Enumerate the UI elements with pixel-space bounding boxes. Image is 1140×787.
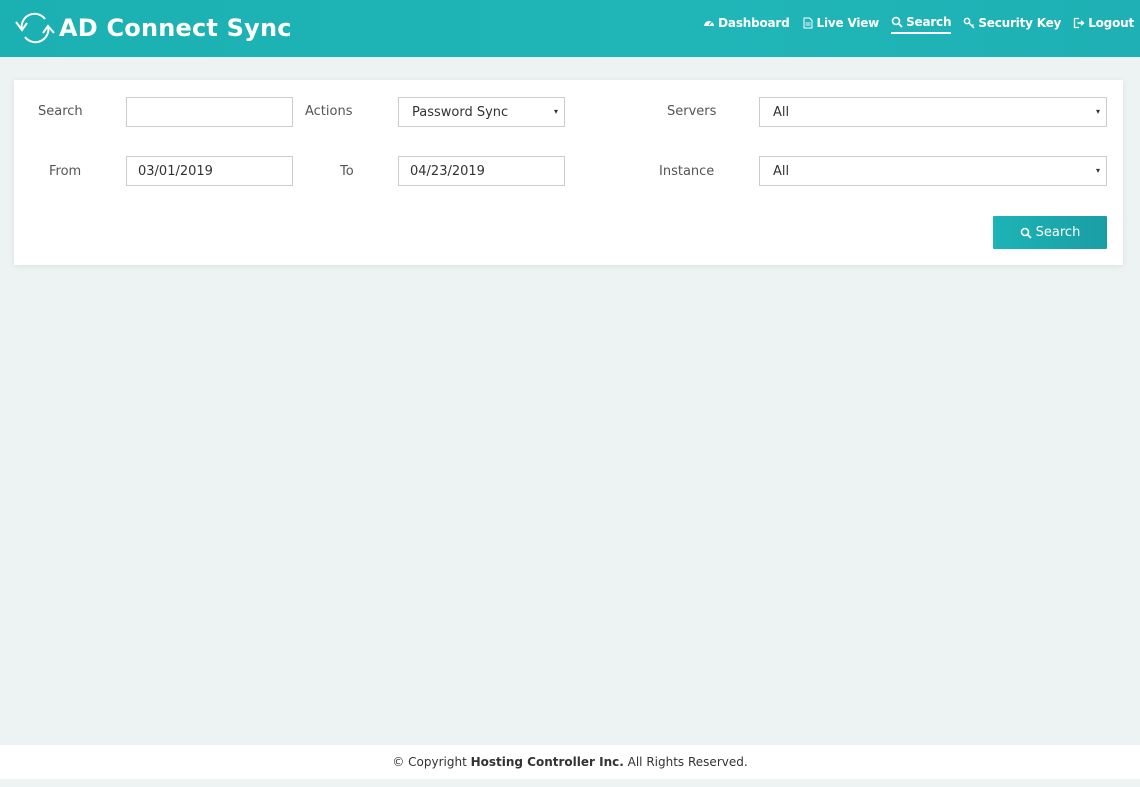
nav-security-key[interactable]: Security Key (963, 15, 1061, 34)
to-label: To (340, 164, 354, 179)
chevron-down-icon: ▾ (1095, 107, 1100, 116)
nav-label: Live View (816, 16, 880, 30)
nav-label: Logout (1088, 16, 1134, 30)
search-label: Search (38, 104, 83, 119)
search-icon (891, 16, 903, 28)
nav-logout[interactable]: Logout (1073, 15, 1134, 34)
key-icon (963, 17, 975, 29)
copyright-prefix: © Copyright (392, 755, 471, 769)
dashboard-icon (704, 21, 715, 26)
logout-icon (1074, 17, 1085, 29)
search-panel: Search Actions Password Sync ▾ Servers A… (14, 80, 1123, 265)
nav-label: Dashboard (718, 16, 790, 30)
main-nav: Dashboard Live View Search Security Key … (691, 15, 1134, 34)
brand[interactable]: AD Connect Sync (14, 8, 292, 48)
search-input[interactable] (126, 97, 293, 127)
actions-select[interactable]: Password Sync ▾ (398, 97, 565, 127)
chevron-down-icon: ▾ (553, 107, 558, 116)
to-date-input[interactable]: 04/23/2019 (398, 156, 565, 186)
nav-search[interactable]: Search (891, 15, 952, 34)
footer: © Copyright Hosting Controller Inc. All … (0, 745, 1140, 779)
search-button-label: Search (1035, 225, 1081, 240)
app-title: AD Connect Sync (59, 14, 292, 42)
servers-select[interactable]: All ▾ (759, 97, 1107, 127)
nav-dashboard[interactable]: Dashboard (703, 15, 790, 34)
search-button[interactable]: Search (993, 216, 1107, 249)
copyright-suffix: All Rights Reserved. (623, 755, 748, 769)
nav-label: Security Key (978, 16, 1062, 30)
from-date-input[interactable]: 03/01/2019 (126, 156, 293, 186)
nav-live-view[interactable]: Live View (802, 15, 880, 34)
nav-label: Search (906, 15, 952, 29)
instance-select[interactable]: All ▾ (759, 156, 1107, 186)
actions-label: Actions (305, 104, 353, 119)
company-name: Hosting Controller Inc. (470, 755, 624, 769)
instance-label: Instance (659, 164, 715, 179)
chevron-down-icon: ▾ (1095, 166, 1100, 175)
instance-selected-value: All (773, 163, 790, 179)
search-icon (1020, 227, 1032, 239)
servers-selected-value: All (773, 104, 790, 120)
actions-selected-value: Password Sync (412, 104, 509, 120)
top-header: AD Connect Sync Dashboard Live View Sear… (0, 0, 1140, 57)
document-icon (803, 17, 813, 29)
servers-label: Servers (667, 104, 717, 119)
from-label: From (49, 164, 82, 179)
sync-icon (15, 12, 55, 44)
